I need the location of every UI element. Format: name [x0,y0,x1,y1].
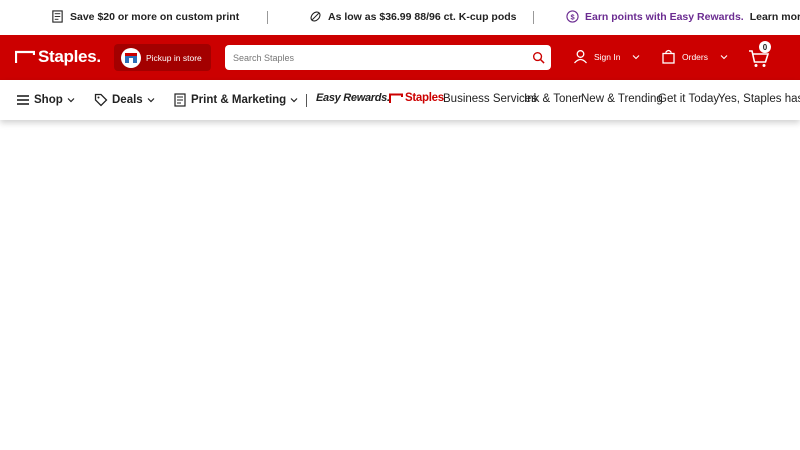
search-bar [225,45,551,70]
promo-divider [533,11,534,24]
staples-logo[interactable]: Staples. [15,47,101,67]
chevron-down-icon [720,54,728,59]
dollar-circle-icon: $ [566,10,579,23]
learn-more-link[interactable]: Learn more [750,11,800,23]
logo-text: Staples. [38,47,101,66]
promo-kcup-text: As low as $36.99 88/96 ct. K-cup pods [328,10,517,23]
print-icon [174,93,186,107]
promo-custom-print[interactable]: Save $20 or more on custom print [51,10,239,23]
sign-in-label: Sign In [594,51,621,62]
nav-divider [306,94,307,107]
nav-print-marketing[interactable]: Print & Marketing [173,93,298,107]
store-icon [121,47,141,68]
chevron-down-icon [67,98,75,103]
nav-yes-staples[interactable]: Yes, Staples has [718,93,800,105]
main-nav: Shop Deals Print & Marketing Easy Reward… [0,80,800,120]
nav-ink-toner[interactable]: Ink & Toner [524,93,582,105]
nav-business-services[interactable]: Business Services [443,93,537,105]
hamburger-menu-icon [17,95,29,105]
chevron-down-icon [147,98,155,103]
pickup-label: Pickup in store [146,52,202,63]
nav-get-it-today[interactable]: Get it Today [658,93,719,105]
promo-divider [267,11,268,24]
promo-easy-rewards[interactable]: $ Earn points with Easy Rewards. Learn m… [566,10,800,23]
staples-brand-label: Staples [405,92,444,104]
main-header: Staples. Pickup in store Sign In Orders … [0,35,800,80]
chevron-down-icon [633,54,640,59]
tag-icon [94,93,108,107]
search-icon[interactable] [532,51,545,64]
page-content [0,120,800,450]
orders-label: Orders [682,51,708,62]
user-icon [574,50,587,64]
nav-deals[interactable]: Deals [94,93,155,107]
promo-rewards-text: Earn points with Easy Rewards. [585,10,744,23]
cart-count-badge: 0 [759,41,771,53]
sign-in-button[interactable]: Sign In [573,49,640,64]
coffee-bean-icon [310,11,321,22]
easy-rewards-link[interactable]: Easy Rewards. [316,92,390,104]
nav-print-label: Print & Marketing [191,94,287,106]
pickup-in-store-button[interactable]: Pickup in store [114,44,211,71]
promo-kcup[interactable]: As low as $36.99 88/96 ct. K-cup pods [309,10,517,23]
svg-text:$: $ [570,12,575,21]
nav-new-trending[interactable]: New & Trending [581,93,663,105]
nav-shop-label: Shop [34,94,63,106]
promo-bar: Save $20 or more on custom print As low … [0,0,800,35]
promo-custom-print-text: Save $20 or more on custom print [70,10,240,23]
staples-mark-icon [389,93,403,103]
chevron-down-icon [290,98,298,103]
staples-brand-link[interactable]: Staples [389,92,444,104]
staples-mark-icon [15,50,35,63]
shopping-bag-icon [662,49,675,64]
nav-shop[interactable]: Shop [16,93,75,107]
search-input[interactable] [225,45,525,70]
print-icon [52,10,63,23]
nav-deals-label: Deals [112,94,143,106]
orders-button[interactable]: Orders [661,49,728,64]
